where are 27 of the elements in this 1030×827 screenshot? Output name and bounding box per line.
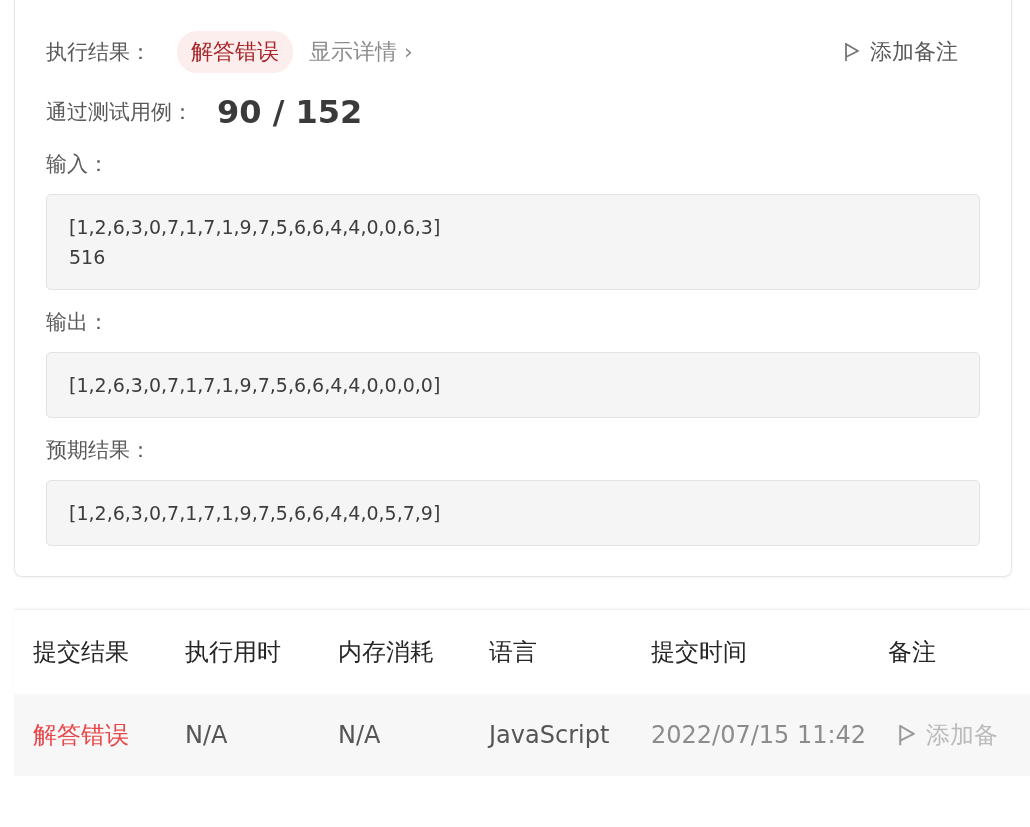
column-header: 提交时间 [650,637,748,668]
table-cell-text: N/A [184,721,229,749]
add-note-button[interactable]: 添加备注 [844,37,958,67]
code-line: 516 [69,245,107,270]
column-header: 内存消耗 [337,637,435,668]
column-header: 提交结果 [32,637,130,668]
passed-count: 90 / 152 [217,93,363,131]
flag-icon [844,42,860,62]
table-cell-text: 2022/07/15 11:42 [650,721,868,749]
status-badge: 解答错误 [177,31,293,73]
section-label: 输出： [46,309,110,336]
column-header: 执行用时 [184,637,282,668]
details-link[interactable]: 显示详情 › [309,37,413,67]
passed-label: 通过测试用例： [46,99,193,126]
result-label: 执行结果： [46,39,151,66]
code-line: [1,2,6,3,0,7,1,7,1,9,7,5,6,6,4,4,0,5,7,9] [69,501,442,526]
add-note-button[interactable]: 添加备 [888,718,1030,752]
table-cell-text: JavaScript [486,721,611,749]
section-label: 输入： [46,151,110,178]
column-header: 备注 [888,637,937,668]
section-label: 预期结果： [46,437,152,464]
table-cell-text: N/A [337,721,382,749]
flag-icon [898,723,916,747]
code-line: [1,2,6,3,0,7,1,7,1,9,7,5,6,6,4,4,0,0,6,3] [69,215,442,240]
column-header: 语言 [488,637,538,668]
status-cell-text: 解答错误 [32,720,130,751]
code-line: [1,2,6,3,0,7,1,7,1,9,7,5,6,6,4,4,0,0,0,0] [69,373,442,398]
